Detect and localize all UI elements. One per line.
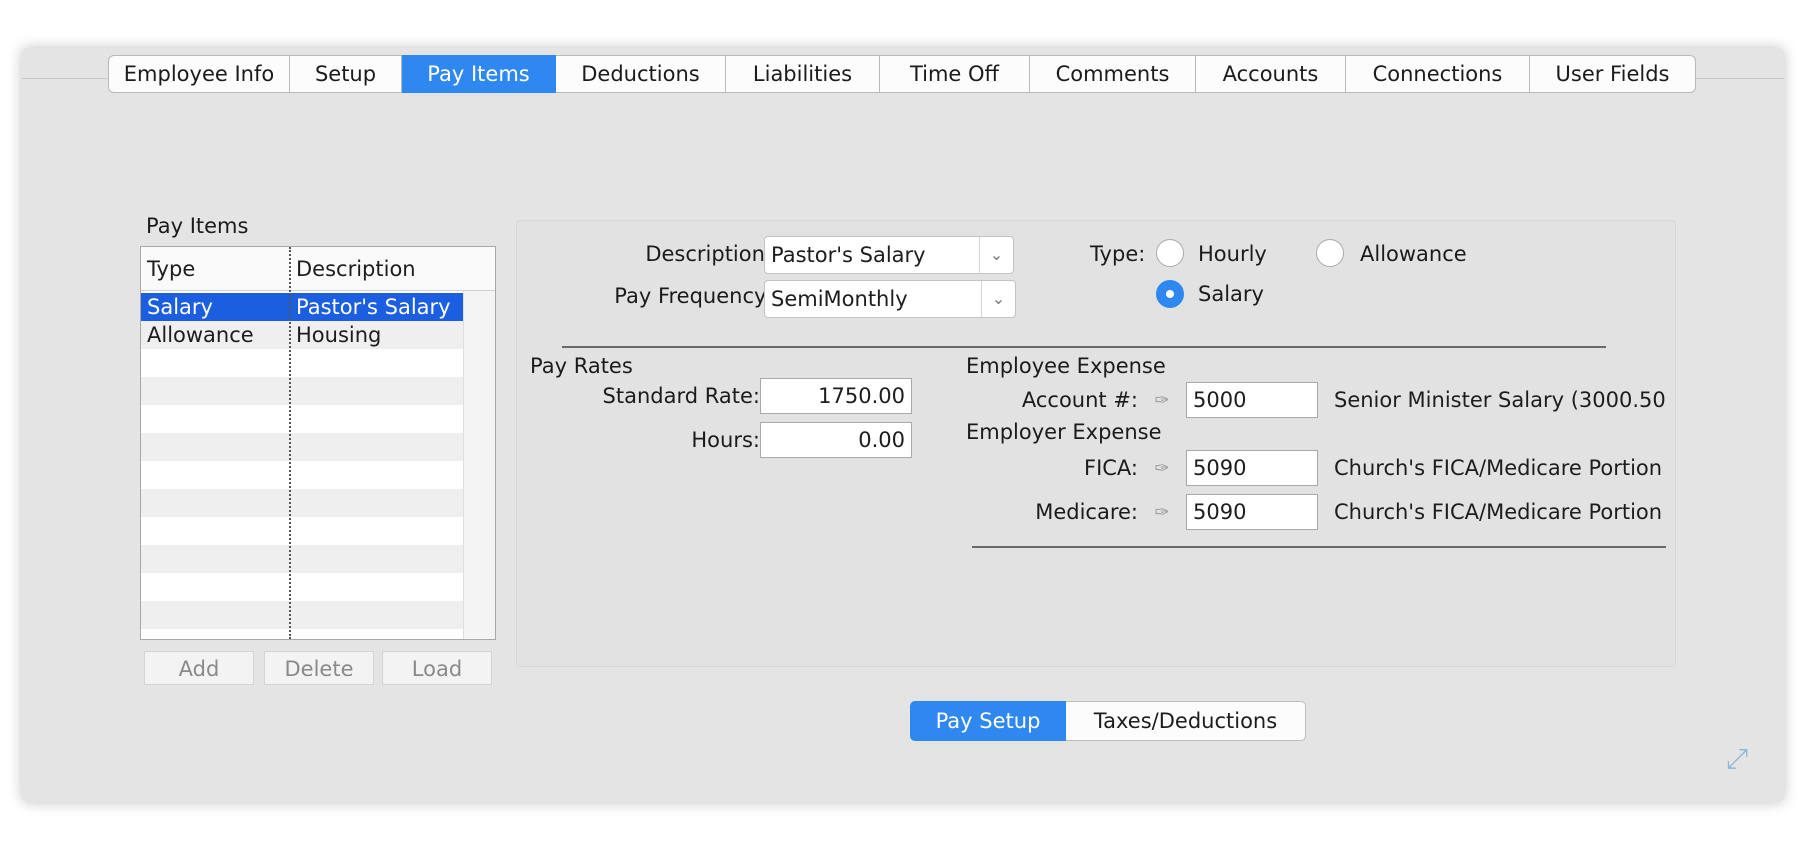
hours-label: Hours: (691, 428, 760, 452)
list-item-empty (141, 405, 463, 433)
main-tab-bar: Employee Info Setup Pay Items Deductions… (108, 55, 1696, 93)
medicare-input[interactable]: 5090 (1186, 494, 1318, 530)
divider (972, 546, 1666, 548)
list-rows: Salary Pastor's Salary Allowance Housing (141, 293, 463, 639)
employer-expense-title: Employer Expense (966, 420, 1162, 444)
radio-salary-label[interactable]: Salary (1198, 282, 1264, 306)
description-value: Pastor's Salary (771, 243, 926, 267)
list-item[interactable]: Salary Pastor's Salary (141, 293, 463, 321)
tab-setup[interactable]: Setup (290, 55, 402, 93)
radio-allowance-label[interactable]: Allowance (1360, 242, 1467, 266)
bottom-segmented-control: Pay Setup Taxes/Deductions (910, 701, 1306, 741)
column-header-type[interactable]: Type (147, 257, 195, 281)
radio-allowance[interactable] (1316, 239, 1344, 267)
tab-accounts[interactable]: Accounts (1196, 55, 1346, 93)
pay-frequency-combo[interactable]: SemiMonthly ⌄ (764, 280, 1016, 318)
list-item-empty (141, 573, 463, 601)
employee-expense-title: Employee Expense (966, 354, 1166, 378)
pay-frequency-label: Pay Frequency: (614, 284, 772, 308)
list-item-empty (141, 601, 463, 629)
tab-deductions[interactable]: Deductions (556, 55, 726, 93)
load-button[interactable]: Load (382, 651, 492, 685)
fica-account-name: Church's FICA/Medicare Portion (1334, 456, 1663, 480)
standard-rate-input[interactable]: 1750.00 (760, 378, 912, 414)
list-item-empty (141, 517, 463, 545)
lookup-icon[interactable]: ✑ (1148, 458, 1176, 480)
list-item-empty (141, 377, 463, 405)
chevron-down-icon[interactable]: ⌄ (979, 237, 1013, 273)
pay-items-list[interactable]: Type Description Salary Pastor's Salary … (140, 246, 496, 640)
list-item-description: Pastor's Salary (296, 295, 451, 319)
pay-frequency-value: SemiMonthly (771, 287, 908, 311)
lookup-icon[interactable]: ✑ (1148, 390, 1176, 412)
tab-comments[interactable]: Comments (1030, 55, 1196, 93)
list-item-type: Salary (147, 295, 213, 319)
list-scrollbar[interactable] (463, 291, 495, 639)
add-button[interactable]: Add (144, 651, 254, 685)
account-name: Senior Minister Salary (3000.50 (1334, 388, 1666, 412)
divider (562, 346, 1606, 348)
tab-pay-items[interactable]: Pay Items (402, 55, 556, 93)
radio-hourly-label[interactable]: Hourly (1198, 242, 1267, 266)
radio-salary[interactable] (1156, 280, 1184, 308)
employee-window: Employee Info Setup Pay Items Deductions… (22, 48, 1784, 802)
list-item-empty (141, 629, 463, 639)
type-label: Type: (1090, 242, 1146, 266)
chevron-down-icon[interactable]: ⌄ (981, 281, 1015, 317)
column-divider[interactable] (289, 247, 291, 639)
lookup-icon[interactable]: ✑ (1148, 502, 1176, 524)
tab-pay-setup[interactable]: Pay Setup (910, 701, 1066, 741)
list-item-empty (141, 433, 463, 461)
pay-rates-title: Pay Rates (530, 354, 633, 378)
list-item-empty (141, 461, 463, 489)
column-header-description[interactable]: Description (296, 257, 416, 281)
pay-items-title: Pay Items (146, 214, 249, 238)
tab-liabilities[interactable]: Liabilities (726, 55, 880, 93)
radio-hourly[interactable] (1156, 239, 1184, 267)
medicare-account-name: Church's FICA/Medicare Portion (1334, 500, 1663, 524)
tab-taxes-deductions[interactable]: Taxes/Deductions (1066, 701, 1306, 741)
tab-employee-info[interactable]: Employee Info (108, 55, 290, 93)
list-item-description: Housing (296, 323, 382, 347)
fica-label: FICA: (1083, 456, 1138, 480)
account-input[interactable]: 5000 (1186, 382, 1318, 418)
resize-icon[interactable]: ⤢ (1720, 742, 1754, 776)
list-item-empty (141, 545, 463, 573)
hours-input[interactable]: 0.00 (760, 422, 912, 458)
list-item-type: Allowance (147, 323, 254, 347)
tab-user-fields[interactable]: User Fields (1530, 55, 1696, 93)
fica-input[interactable]: 5090 (1186, 450, 1318, 486)
standard-rate-label: Standard Rate: (602, 384, 760, 408)
list-item-empty (141, 489, 463, 517)
delete-button[interactable]: Delete (264, 651, 374, 685)
description-combo[interactable]: Pastor's Salary ⌄ (764, 236, 1014, 274)
list-item[interactable]: Allowance Housing (141, 321, 463, 349)
list-item-empty (141, 349, 463, 377)
list-header: Type Description (141, 247, 495, 291)
description-label: Description: (645, 242, 772, 266)
account-label: Account #: (1021, 388, 1138, 412)
medicare-label: Medicare: (1035, 500, 1138, 524)
tab-connections[interactable]: Connections (1346, 55, 1530, 93)
tab-time-off[interactable]: Time Off (880, 55, 1030, 93)
